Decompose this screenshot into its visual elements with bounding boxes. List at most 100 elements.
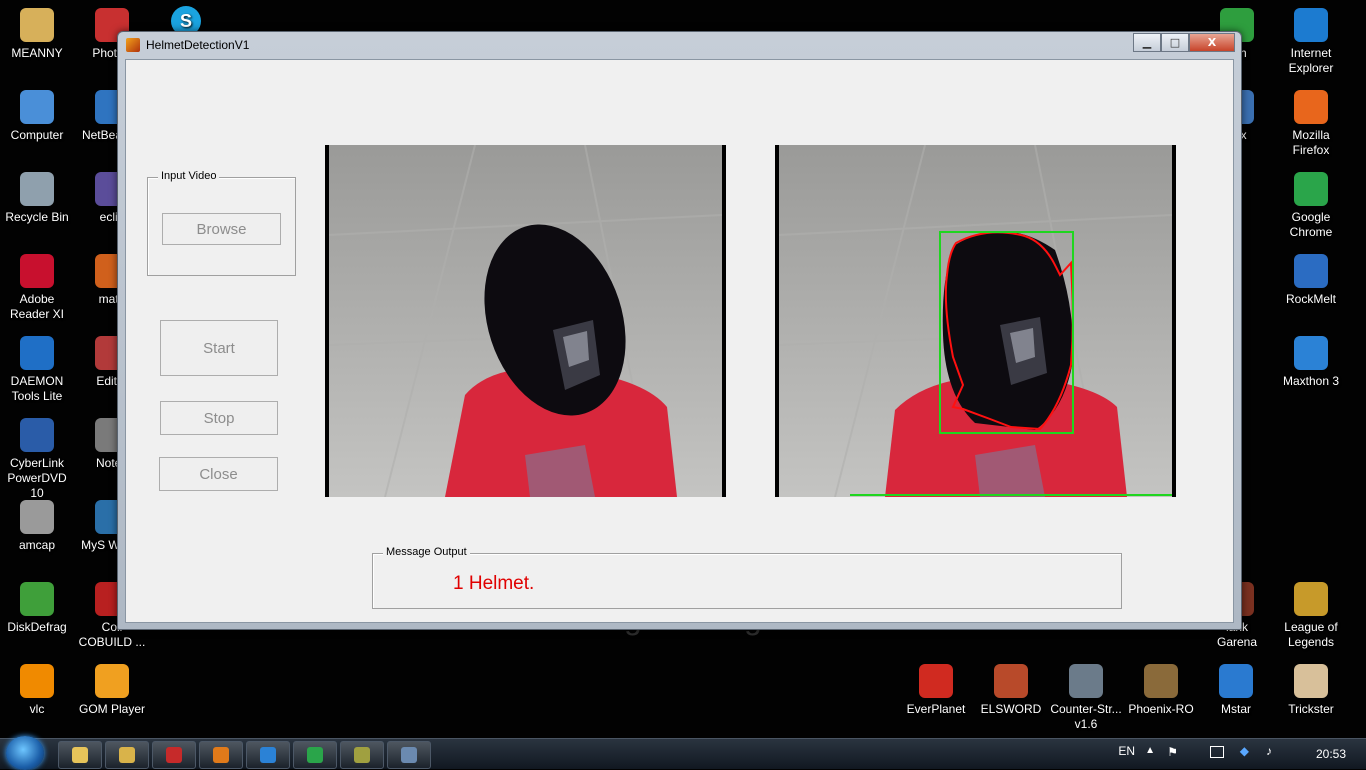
internet-explorer-icon (1294, 8, 1328, 42)
desktop-icon-computer[interactable]: Computer (0, 90, 74, 143)
desktop-icon-label: RockMelt (1285, 292, 1336, 306)
close-button[interactable]: Close (159, 457, 278, 491)
taskbar-item-tool[interactable] (387, 741, 431, 769)
desktop-icon-label: Computer (10, 128, 64, 142)
desktop-icon-label: ELSWORD (980, 702, 1042, 716)
desktop-icon-label: Google Chrome (1289, 210, 1333, 239)
taskbar-item-notepad[interactable] (340, 741, 384, 769)
window-client-area: Input Video Browse Start Stop Close Mess… (125, 59, 1234, 623)
network-icon[interactable] (1210, 746, 1224, 758)
taskbar-item-folder[interactable] (105, 741, 149, 769)
message-output-label: Message Output (383, 546, 470, 558)
title-bar[interactable]: HelmetDetectionV1 ▁ □ X (118, 32, 1241, 58)
desktop-icon-mozilla-firefox[interactable]: Mozilla Firefox (1274, 90, 1348, 158)
maximize-button[interactable]: □ (1161, 33, 1189, 52)
stop-button[interactable]: Stop (160, 401, 278, 435)
app-red-icon (166, 747, 182, 763)
desktop-icon-recycle-bin[interactable]: Recycle Bin (0, 172, 74, 225)
output-video-image (775, 145, 1176, 497)
flag-icon[interactable]: ⚑ (1167, 745, 1178, 759)
rockmelt-icon (1294, 254, 1328, 288)
desktop-icon-label: DiskDefrag (7, 620, 67, 634)
dropbox-icon[interactable]: ◆ (1240, 744, 1249, 758)
taskbar-item-explorer[interactable] (58, 741, 102, 769)
desktop-icon-gom-player[interactable]: GOM Player (75, 664, 149, 717)
desktop-icon-amcap[interactable]: amcap (0, 500, 74, 553)
desktop-icon-label: vlc (29, 702, 45, 716)
desktop-icon-google-chrome[interactable]: Google Chrome (1274, 172, 1348, 240)
desktop-icon-internet-explorer[interactable]: Internet Explorer (1274, 8, 1348, 76)
desktop-icon-label: CyberLink PowerDVD 10 (7, 456, 67, 500)
language-indicator[interactable]: EN (1118, 744, 1135, 758)
window-title: HelmetDetectionV1 (146, 38, 250, 52)
clock-time[interactable]: 20:53 (1316, 747, 1346, 761)
desktop-icon-label: GOM Player (78, 702, 145, 716)
mozilla-firefox-icon (1294, 90, 1328, 124)
explorer-icon (72, 747, 88, 763)
minimize-button[interactable]: ▁ (1133, 33, 1161, 52)
start-menu-button[interactable] (6, 736, 44, 770)
desktop-icon-adobe-reader-xi[interactable]: Adobe Reader XI (0, 254, 74, 322)
output-video-frame (775, 145, 1176, 497)
desktop-icon-vlc[interactable]: vlc (0, 664, 74, 717)
taskbar-item-matlab[interactable] (199, 741, 243, 769)
desktop-icon-daemon-tools-lite[interactable]: DAEMON Tools Lite (0, 336, 74, 404)
taskbar-item-chrome[interactable] (293, 741, 337, 769)
desktop-icon-league-of-legends[interactable]: League of Legends (1274, 582, 1348, 650)
trickster-icon (1294, 664, 1328, 698)
close-window-button[interactable]: X (1189, 33, 1235, 52)
taskbar-item-app-red[interactable] (152, 741, 196, 769)
tool-icon (401, 747, 417, 763)
desktop-icon-label: Phoenix-RO (1128, 702, 1194, 716)
show-hidden-icons-icon[interactable]: ▲ (1145, 745, 1155, 756)
desktop-icon-label: Mstar (1221, 702, 1251, 716)
cyberlink-powerdvd-10-icon (20, 418, 54, 452)
desktop-icon-rockmelt[interactable]: RockMelt (1274, 254, 1348, 307)
app-window: HelmetDetectionV1 ▁ □ X Input Video Brow… (117, 31, 1242, 630)
desktop-icon-diskdefrag[interactable]: DiskDefrag (0, 582, 74, 635)
desktop-icon-cyberlink-powerdvd-10[interactable]: CyberLink PowerDVD 10 (0, 418, 74, 501)
desktop-icon-label: Adobe Reader XI (9, 292, 65, 321)
desktop-icon-label: Internet Explorer (1288, 46, 1334, 75)
message-text: 1 Helmet. (453, 573, 535, 594)
chrome-icon (307, 747, 323, 763)
computer-icon (20, 90, 54, 124)
maxthon-icon (260, 747, 276, 763)
desktop-icon-maxthon-3[interactable]: Maxthon 3 (1274, 336, 1348, 389)
volume-icon[interactable]: ♪ (1266, 744, 1272, 758)
input-video-label: Input Video (158, 170, 220, 182)
counter-str-v1-6-icon (1069, 664, 1103, 698)
recycle-bin-icon (20, 172, 54, 206)
desktop-icon-label: Mozilla Firefox (1292, 128, 1330, 157)
desktop-icon-label: amcap (18, 538, 56, 552)
desktop-icon-label: League of Legends (1284, 620, 1338, 649)
mstar-icon (1219, 664, 1253, 698)
desktop-icon-counter-str-v1-6[interactable]: Counter-Str... v1.6 (1049, 664, 1123, 732)
desktop-icon-mstar[interactable]: Mstar (1199, 664, 1273, 717)
desktop-icon-label: DAEMON Tools Lite (10, 374, 64, 403)
vlc-icon (20, 664, 54, 698)
everplanet-icon (919, 664, 953, 698)
input-video-group: Input Video Browse (147, 170, 296, 276)
desktop-icon-label: Recycle Bin (5, 210, 69, 224)
gom-player-icon (95, 664, 129, 698)
desktop-icon-label: MEANNY (11, 46, 63, 60)
desktop-icon-phoenix-ro[interactable]: Phoenix-RO (1124, 664, 1198, 717)
amcap-icon (20, 500, 54, 534)
folder-icon (119, 747, 135, 763)
desktop-icon-meanny[interactable]: MEANNY (0, 8, 74, 61)
input-video-image (325, 145, 726, 497)
desktop-icon-everplanet[interactable]: EverPlanet (899, 664, 973, 717)
browse-button[interactable]: Browse (162, 213, 281, 245)
desktop-icon-trickster[interactable]: Trickster (1274, 664, 1348, 717)
daemon-tools-lite-icon (20, 336, 54, 370)
diskdefrag-icon (20, 582, 54, 616)
league-of-legends-icon (1294, 582, 1328, 616)
elsword-icon (994, 664, 1028, 698)
taskbar-item-maxthon[interactable] (246, 741, 290, 769)
desktop-icon-elsword[interactable]: ELSWORD (974, 664, 1048, 717)
start-button[interactable]: Start (160, 320, 278, 376)
input-video-frame (325, 145, 726, 497)
matlab-icon (126, 38, 140, 52)
notepad-icon (354, 747, 370, 763)
